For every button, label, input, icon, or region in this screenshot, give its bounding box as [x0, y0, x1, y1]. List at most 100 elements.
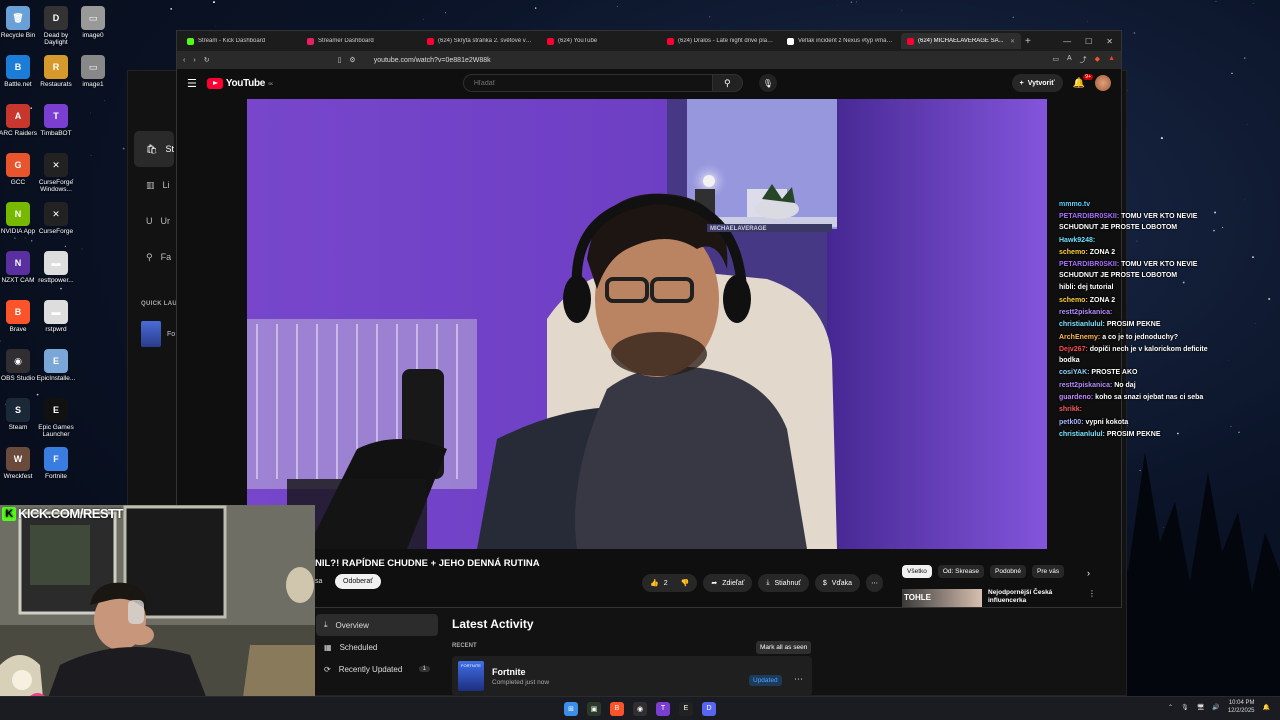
search-input[interactable]	[462, 74, 713, 92]
browser-tab[interactable]: (624) MICHAELAVERAGE SA... ✕	[901, 33, 1021, 49]
library-link[interactable]: ⤓ Overview	[316, 614, 438, 636]
desktop-icon[interactable]: E EpicInstalle...	[32, 349, 80, 382]
volume-icon[interactable]: 🔊	[1212, 704, 1219, 711]
taskbar-app-icon[interactable]: ⊞	[564, 701, 578, 716]
like-button[interactable]: 👍 2 👎	[642, 574, 698, 592]
share-icon[interactable]: ⤴	[1080, 55, 1087, 65]
mic-tray-icon[interactable]: 🎙	[1181, 704, 1189, 711]
thanks-button[interactable]: $ Vďaka	[814, 574, 861, 592]
site-info-icon[interactable]: ⚙	[349, 56, 355, 64]
desktop-icon[interactable]: F Fortnite	[32, 447, 80, 480]
browser-window: Stream - Kick Dashboard Streamer Dashboar…	[176, 30, 1122, 608]
share-button[interactable]: ➦ Zdieľať	[703, 574, 753, 592]
url-field[interactable]: youtube.com/watch?v=0e881e2W88k	[374, 57, 1045, 64]
video-player[interactable]: MICHAELAVERAGE	[247, 99, 1047, 549]
more-actions-icon[interactable]: ⋯	[866, 574, 884, 592]
tab-close-icon[interactable]: ✕	[1010, 38, 1015, 45]
desktop-icon-label: CurseForge	[38, 228, 74, 235]
network-icon[interactable]: 🖥	[1197, 704, 1205, 711]
forward-icon[interactable]: ›	[193, 57, 195, 64]
youtube-header: ☰ YouTube SK ⚲ 🎙 + Vytvoriť 🔔9+	[177, 69, 1121, 97]
thumbs-down-icon[interactable]: 👎	[681, 579, 690, 587]
browser-tab[interactable]: Streamer Dashboard	[301, 33, 421, 49]
nav-label: Li	[162, 180, 170, 190]
desktop-icon[interactable]: T TimbaBOT	[32, 104, 80, 137]
browser-tab[interactable]: (624) Skrytá stránka 2. světové války...	[421, 33, 541, 49]
taskbar-app-icon[interactable]: ▣	[587, 701, 601, 716]
chat-text: ZONA 2	[1089, 248, 1116, 256]
taskbar-app-icon[interactable]: ◉	[633, 701, 647, 716]
desktop-icon[interactable]: ▬ resttpower...	[32, 251, 80, 284]
youtube-logo[interactable]: YouTube SK	[206, 77, 273, 89]
quick-launch-fortnite[interactable]: Fo	[141, 321, 175, 347]
browser-tab[interactable]: Veľlak incident z Nexus #typ #maximal...	[781, 33, 901, 49]
brave-shield-icon[interactable]: ◆	[1095, 55, 1100, 65]
filter-chip[interactable]: Od: Skrease	[937, 565, 985, 578]
mic-icon[interactable]: 🎙	[758, 74, 777, 92]
cast-icon[interactable]: ▭	[1052, 55, 1059, 65]
minimize-icon[interactable]: —	[1063, 37, 1071, 46]
tab-favicon-icon	[907, 37, 914, 45]
taskbar-app-icon[interactable]: E	[679, 701, 693, 716]
app-icon: ◉	[6, 349, 30, 373]
chat-message: christianlulul: PROSIM PEKNE	[1059, 320, 1229, 331]
new-tab-icon[interactable]: +	[1025, 36, 1031, 47]
game-name: Fortnite	[492, 666, 526, 677]
rec-thumbnail: TOHLE	[902, 589, 982, 607]
desktop-icon[interactable]: E Epic Games Launcher	[32, 398, 80, 439]
app-icon: T	[44, 104, 68, 128]
epic-nav-item[interactable]: U Ur	[128, 203, 180, 239]
library-link[interactable]: ⟳ Recently Updated 1	[316, 658, 438, 680]
filter-chip[interactable]: Podobné	[990, 565, 1027, 578]
epic-nav-item[interactable]: ▥ Li	[128, 167, 180, 203]
app-icon: B	[6, 300, 30, 324]
rec-more-icon[interactable]: ⋮	[1088, 589, 1096, 607]
library-link[interactable]: ▦ Scheduled	[316, 636, 438, 658]
download-button[interactable]: ⤓ Stiahnuť	[758, 574, 809, 592]
more-options-icon[interactable]: ⋯	[794, 674, 803, 685]
epic-nav-item[interactable]: ⚲ Fa	[128, 239, 180, 275]
browser-tab[interactable]: (624) Dralos - Late night drive playlist…	[661, 33, 781, 49]
desktop-icon[interactable]: ▭ image1	[69, 55, 117, 88]
notification-icon[interactable]: 🔔	[1263, 704, 1270, 711]
taskbar-app-icon[interactable]: B	[610, 701, 624, 716]
recommended-video[interactable]: TOHLE Nejodpornější Česká influencerka ⋮	[902, 589, 1096, 607]
create-button[interactable]: + Vytvoriť	[1011, 74, 1063, 92]
menu-icon[interactable]: ☰	[187, 77, 197, 90]
avatar[interactable]	[1095, 75, 1111, 91]
notifications-bell-icon[interactable]: 🔔 9+	[1073, 73, 1093, 89]
taskbar-app-icon[interactable]: D	[702, 701, 716, 716]
browser-tab[interactable]: (624) YouTube	[541, 33, 661, 49]
desktop-icon[interactable]: ▬ rstpwrd	[32, 300, 80, 333]
subscribe-button[interactable]: Odoberať	[335, 574, 381, 589]
filter-chip[interactable]: Všetko	[902, 565, 932, 578]
desktop-icon[interactable]: ▭ image0	[69, 6, 117, 39]
chat-text: ZONA 2	[1089, 296, 1116, 304]
clock[interactable]: 10:04 PM 12/2/2025	[1228, 700, 1255, 716]
tray-chevron-icon[interactable]: ⌃	[1168, 704, 1173, 711]
video-actions: 👍 2 👎 ➦ Zdieľať ⤓ Stiahnuť $ Vďaka ⋯	[642, 574, 884, 592]
search-icon[interactable]: ⚲	[712, 74, 743, 92]
maximize-icon[interactable]: ☐	[1085, 37, 1092, 46]
plus-icon: +	[1019, 79, 1024, 87]
filter-chip[interactable]: Pre vás	[1032, 565, 1065, 578]
channel-name[interactable]: sa	[315, 578, 322, 585]
close-icon[interactable]: ✕	[1106, 37, 1113, 46]
app-icon: D	[44, 6, 68, 30]
epic-nav-item[interactable]: 🛍 St	[134, 131, 174, 167]
reload-icon[interactable]: ↻	[204, 56, 210, 64]
rewards-icon[interactable]: ▲	[1108, 55, 1115, 65]
chips-next-icon[interactable]: ›	[1087, 568, 1090, 578]
mark-all-seen-button[interactable]: Mark all as seen	[756, 641, 812, 654]
translate-icon[interactable]: A	[1067, 55, 1072, 65]
desktop-icon[interactable]: ✕ CurseForge	[32, 202, 80, 235]
desktop-icon[interactable]: ✕ CurseForge Windows...	[32, 153, 80, 194]
chat-message: cosiYAK: PROSTE AKO	[1059, 368, 1229, 379]
bookmark-icon[interactable]: ▯	[338, 56, 342, 64]
browser-tab[interactable]: Stream - Kick Dashboard	[181, 33, 301, 49]
app-icon: ▬	[44, 251, 68, 275]
taskbar-app-icon[interactable]: T	[656, 701, 670, 716]
app-icon: R	[44, 55, 68, 79]
link-label: Scheduled	[339, 642, 378, 652]
back-icon[interactable]: ‹	[183, 57, 185, 64]
